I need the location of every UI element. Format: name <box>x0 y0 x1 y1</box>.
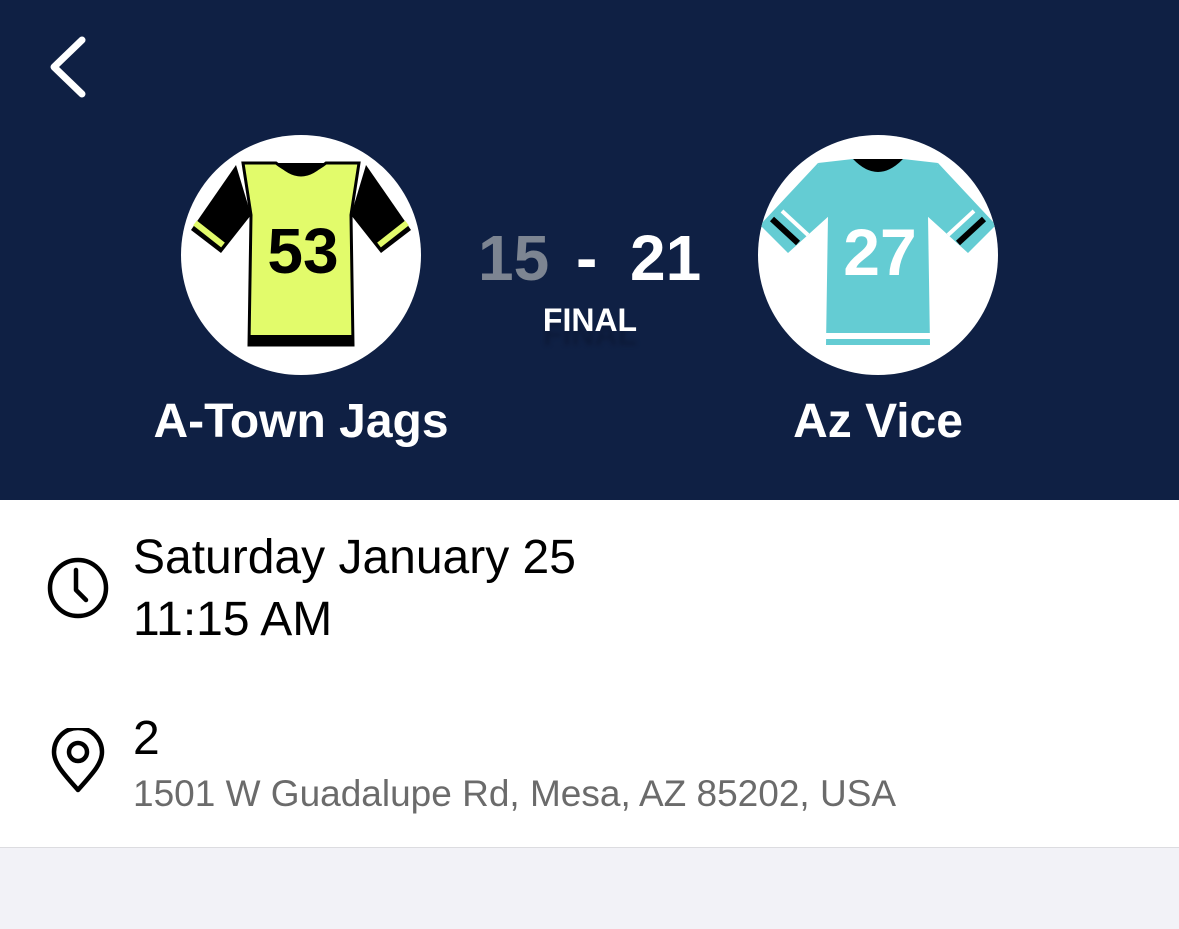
game-date: Saturday January 25 <box>133 531 576 584</box>
game-status: FINAL <box>542 302 638 338</box>
home-score: 15 <box>478 222 550 294</box>
field-name: 2 <box>133 712 160 765</box>
field-address[interactable]: 1501 W Guadalupe Rd, Mesa, AZ 85202, USA <box>133 771 896 817</box>
away-team-jersey-avatar: 27 <box>758 135 998 375</box>
home-jersey-number: 53 <box>267 215 338 287</box>
home-team-name[interactable]: A-Town Jags <box>91 392 511 452</box>
away-score: 21 <box>630 222 702 294</box>
game-score: 15 - 21 <box>470 218 710 298</box>
away-jersey-number: 27 <box>843 215 916 289</box>
jersey-icon: 53 <box>191 161 411 347</box>
home-team-jersey-avatar: 53 <box>181 135 421 375</box>
game-header: 53 27 15 - 21 FINAL FINAL A-Town Jags Az… <box>0 0 1179 500</box>
clock-icon <box>47 557 109 619</box>
jersey-icon: 27 <box>760 159 996 345</box>
score-separator: - <box>576 222 598 294</box>
chevron-left-icon <box>50 36 86 98</box>
map-pin-icon <box>51 728 105 793</box>
back-button[interactable] <box>40 32 100 102</box>
game-time: 11:15 AM <box>133 593 333 646</box>
away-team-name[interactable]: Az Vice <box>668 392 1088 452</box>
game-details: Saturday January 25 11:15 AM 2 1501 W Gu… <box>0 500 1179 848</box>
